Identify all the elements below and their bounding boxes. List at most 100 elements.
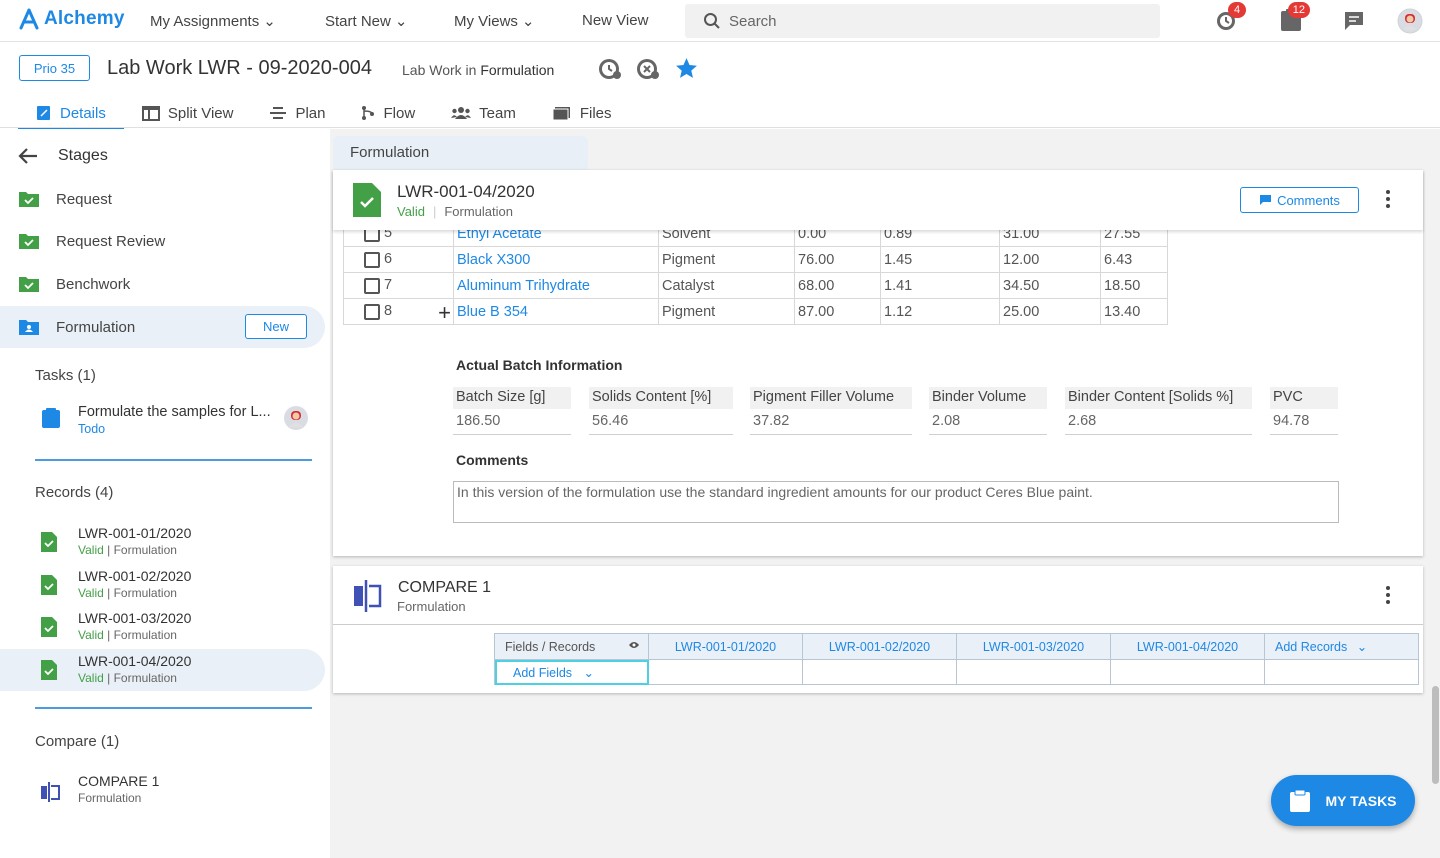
record-name: LWR-001-01/2020 bbox=[78, 525, 192, 541]
more-menu-icon[interactable] bbox=[1386, 190, 1390, 211]
folder-user-icon bbox=[19, 320, 39, 335]
search-input[interactable]: Search bbox=[685, 4, 1160, 38]
row-checkbox[interactable] bbox=[364, 277, 380, 294]
stage-benchwork[interactable]: Benchwork bbox=[0, 263, 325, 305]
binder-volume-field[interactable]: Binder Volume 2.08 bbox=[929, 387, 1047, 435]
stage-request[interactable]: Request bbox=[0, 178, 325, 220]
binder-content-field[interactable]: Binder Content [Solids %] 2.68 bbox=[1065, 387, 1252, 435]
record-tabs: Details Split View Plan Flow Team Files bbox=[18, 98, 630, 130]
page-title: Lab Work LWR - 09-2020-004 bbox=[107, 57, 372, 79]
details-icon bbox=[37, 106, 50, 120]
comments-label: Comments bbox=[456, 452, 529, 468]
tab-flow[interactable]: Flow bbox=[343, 98, 433, 128]
tab-plan[interactable]: Plan bbox=[251, 98, 343, 128]
compare-stage: Formulation bbox=[78, 791, 142, 805]
chat-icon[interactable] bbox=[1343, 10, 1365, 32]
records-divider bbox=[35, 707, 312, 709]
stage-request-review[interactable]: Request Review bbox=[0, 220, 325, 262]
tab-details[interactable]: Details bbox=[18, 98, 124, 130]
nav-my-views[interactable]: My Views ⌄ bbox=[454, 12, 534, 31]
solids-content-field[interactable]: Solids Content [%] 56.46 bbox=[589, 387, 733, 435]
batch-info-title: Actual Batch Information bbox=[456, 357, 623, 373]
tab-split-view[interactable]: Split View bbox=[124, 98, 252, 128]
row-checkbox[interactable] bbox=[364, 303, 380, 320]
timer-cancel-icon[interactable] bbox=[636, 57, 660, 81]
chevron-down-icon: ⌄ bbox=[394, 13, 408, 30]
plan-icon bbox=[270, 106, 287, 119]
folder-check-icon bbox=[19, 234, 39, 249]
clipboard-icon bbox=[1290, 789, 1311, 812]
ingredient-link[interactable]: Black X300 bbox=[453, 246, 659, 273]
formulation-tab[interactable]: Formulation bbox=[333, 136, 588, 170]
compare-record-column[interactable]: LWR-001-01/2020 bbox=[648, 633, 803, 660]
alchemy-logo[interactable]: Alchemy bbox=[18, 8, 125, 30]
record-meta: Valid | Formulation bbox=[78, 671, 177, 685]
tab-files[interactable]: Files bbox=[534, 98, 630, 128]
more-menu-icon[interactable] bbox=[1386, 586, 1390, 607]
eye-icon[interactable] bbox=[628, 640, 640, 650]
chevron-down-icon: ⌄ bbox=[583, 665, 595, 680]
comments-textarea[interactable]: In this version of the formulation use t… bbox=[453, 481, 1339, 523]
favorite-star-icon[interactable] bbox=[674, 56, 699, 81]
search-icon bbox=[704, 13, 720, 29]
tasks-icon[interactable]: 12 bbox=[1280, 2, 1310, 32]
records-header: Records (4) bbox=[35, 484, 114, 501]
user-avatar[interactable] bbox=[1397, 8, 1423, 34]
nav-my-assignments[interactable]: My Assignments ⌄ bbox=[150, 12, 276, 31]
compare-record-column[interactable]: LWR-001-03/2020 bbox=[956, 633, 1111, 660]
compare-card-header: COMPARE 1 Formulation bbox=[333, 566, 1423, 625]
record-item[interactable]: LWR-001-02/2020 Valid | Formulation bbox=[0, 564, 325, 606]
record-meta: Valid | Formulation bbox=[78, 628, 177, 642]
top-bar: Alchemy My Assignments ⌄ Start New ⌄ My Vi… bbox=[0, 0, 1440, 42]
recent-icon[interactable]: 4 bbox=[1214, 2, 1246, 32]
compare-title: COMPARE 1 bbox=[398, 579, 492, 596]
record-name: LWR-001-03/2020 bbox=[78, 610, 192, 626]
task-status: Todo bbox=[78, 422, 106, 436]
tasks-divider bbox=[35, 459, 312, 461]
history-icon[interactable] bbox=[598, 57, 622, 81]
back-arrow-icon[interactable] bbox=[18, 147, 38, 165]
drag-plus-icon[interactable]: + bbox=[438, 300, 451, 326]
record-item[interactable]: LWR-001-03/2020 Valid | Formulation bbox=[0, 606, 325, 648]
compare-record-column[interactable]: LWR-001-02/2020 bbox=[802, 633, 957, 660]
fields-records-header: Fields / Records bbox=[494, 633, 649, 660]
nav-new-view[interactable]: New View bbox=[582, 12, 648, 29]
main-scrollbar[interactable] bbox=[1432, 686, 1439, 784]
record-item-selected[interactable]: LWR-001-04/2020 Valid | Formulation bbox=[0, 649, 325, 691]
stages-header: Stages bbox=[18, 147, 108, 165]
tab-team[interactable]: Team bbox=[433, 98, 534, 128]
compare-stage: Formulation bbox=[397, 599, 466, 614]
compare-header: Compare (1) bbox=[35, 733, 120, 750]
stage-formulation[interactable]: Formulation New bbox=[0, 306, 325, 348]
compare-item[interactable]: COMPARE 1 Formulation bbox=[0, 769, 325, 811]
batch-size-field[interactable]: Batch Size [g] 186.50 bbox=[453, 387, 571, 435]
pigment-filler-volume-field[interactable]: Pigment Filler Volume 37.82 bbox=[750, 387, 912, 435]
record-item[interactable]: LWR-001-01/2020 Valid | Formulation bbox=[0, 521, 325, 563]
tasks-badge: 12 bbox=[1287, 2, 1310, 18]
record-card: LWR-001-04/2020 Valid | Formulation Commen… bbox=[333, 170, 1423, 556]
new-badge[interactable]: New bbox=[245, 314, 307, 339]
compare-record-column[interactable]: LWR-001-04/2020 bbox=[1110, 633, 1265, 660]
folder-check-icon bbox=[19, 277, 39, 292]
table-row: 8 + Blue B 354 Pigment 87.00 1.12 25.00 1… bbox=[343, 298, 1168, 326]
split-view-icon bbox=[141, 105, 160, 121]
nav-start-new[interactable]: Start New ⌄ bbox=[325, 12, 408, 31]
row-checkbox[interactable] bbox=[364, 251, 380, 268]
my-tasks-button[interactable]: MY TASKS bbox=[1271, 775, 1415, 826]
document-check-icon bbox=[353, 183, 381, 217]
add-fields-dropdown[interactable]: Add Fields ⌄ bbox=[494, 659, 649, 685]
add-records-dropdown[interactable]: Add Records ⌄ bbox=[1264, 633, 1419, 660]
record-meta: Valid | Formulation bbox=[78, 586, 177, 600]
ingredient-link[interactable]: Aluminum Trihydrate bbox=[453, 272, 659, 299]
pvc-field[interactable]: PVC 94.78 bbox=[1270, 387, 1338, 435]
task-item[interactable]: Formulate the samples for L... Todo bbox=[0, 395, 325, 439]
main-content: Formulation LWR-001-04/2020 Valid | Formul… bbox=[330, 129, 1440, 858]
ingredients-table: 5 Ethyl Acetate Solvent 0.00 0.89 31.00 … bbox=[343, 220, 1168, 325]
ingredient-link[interactable]: Blue B 354 bbox=[453, 298, 659, 325]
compare-icon bbox=[41, 782, 60, 802]
comments-button[interactable]: Comments bbox=[1240, 187, 1359, 213]
document-check-icon bbox=[41, 575, 57, 595]
priority-badge[interactable]: Prio 35 bbox=[19, 55, 90, 81]
record-card-header: LWR-001-04/2020 Valid | Formulation Commen… bbox=[333, 170, 1423, 230]
record-name: LWR-001-04/2020 bbox=[78, 653, 192, 669]
